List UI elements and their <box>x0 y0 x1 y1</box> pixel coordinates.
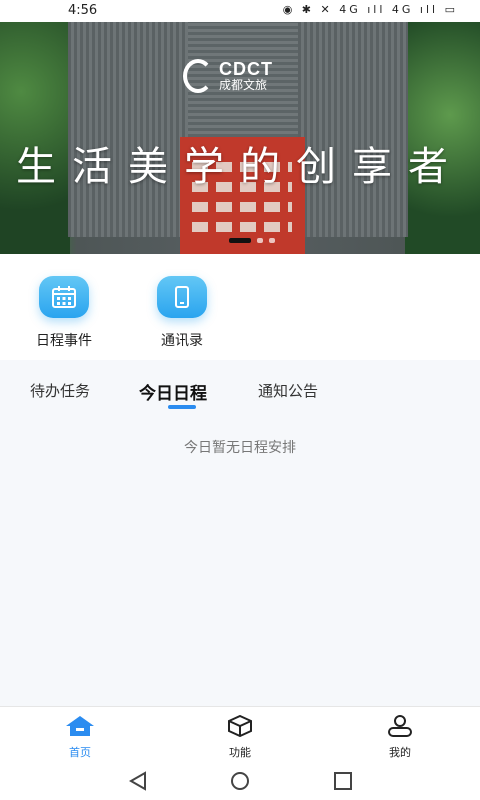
shortcut-schedule-label: 日程事件 <box>36 333 92 349</box>
brand-mark-icon <box>183 59 213 93</box>
nav-mine[interactable]: 我的 <box>360 715 440 760</box>
banner-roof-right <box>298 22 408 237</box>
bottom-navigation: 首页 功能 我的 <box>0 706 480 762</box>
carousel-indicator <box>229 238 275 243</box>
tab-todo[interactable]: 待办任务 <box>30 380 90 401</box>
nav-home-label: 首页 <box>69 746 91 759</box>
status-icons: ◉ ✱ ✕ 4G ıll 4G ıll ▭ <box>282 3 458 16</box>
active-tab-indicator <box>168 405 196 409</box>
carousel-dot <box>269 238 275 243</box>
tab-notices[interactable]: 通知公告 <box>258 380 318 401</box>
nav-mine-label: 我的 <box>389 746 411 759</box>
back-icon[interactable] <box>127 771 149 795</box>
carousel-dot-active <box>229 238 251 243</box>
banner-roof-left <box>68 22 188 237</box>
nav-home[interactable]: 首页 <box>40 715 120 760</box>
nav-functions[interactable]: 功能 <box>200 714 280 760</box>
banner-tables <box>192 202 292 212</box>
hero-banner[interactable]: CDCT 成都文旅 生活美学的创享者 <box>0 22 480 254</box>
cube-icon <box>200 714 280 740</box>
brand-name-en: CDCT <box>219 59 273 79</box>
home-circle-icon[interactable] <box>229 771 251 795</box>
shortcut-panel: 日程事件 通讯录 <box>0 254 480 360</box>
status-bar: 4:56 ◉ ✱ ✕ 4G ıll 4G ıll ▭ <box>0 0 480 22</box>
system-navigation-bar <box>0 762 480 800</box>
brand-logo: CDCT 成都文旅 <box>183 59 273 93</box>
shortcut-schedule[interactable]: 日程事件 <box>14 276 114 350</box>
carousel-dot <box>257 238 263 243</box>
banner-slogan: 生活美学的创享者 <box>16 144 464 190</box>
banner-tables <box>192 222 292 232</box>
tab-today-schedule[interactable]: 今日日程 <box>139 379 207 404</box>
status-time: 4:56 <box>68 3 98 18</box>
brand-name-cn: 成都文旅 <box>219 78 268 92</box>
calendar-icon <box>39 276 89 318</box>
empty-state-message: 今日暂无日程安排 <box>184 440 296 456</box>
phone-icon <box>157 276 207 318</box>
home-icon <box>40 715 120 740</box>
recent-apps-icon[interactable] <box>332 771 354 795</box>
nav-functions-label: 功能 <box>229 746 251 759</box>
shortcut-contacts[interactable]: 通讯录 <box>132 276 232 350</box>
user-icon <box>360 715 440 740</box>
shortcut-contacts-label: 通讯录 <box>161 333 203 349</box>
content-tabs: 待办任务 今日日程 通知公告 <box>0 360 480 410</box>
